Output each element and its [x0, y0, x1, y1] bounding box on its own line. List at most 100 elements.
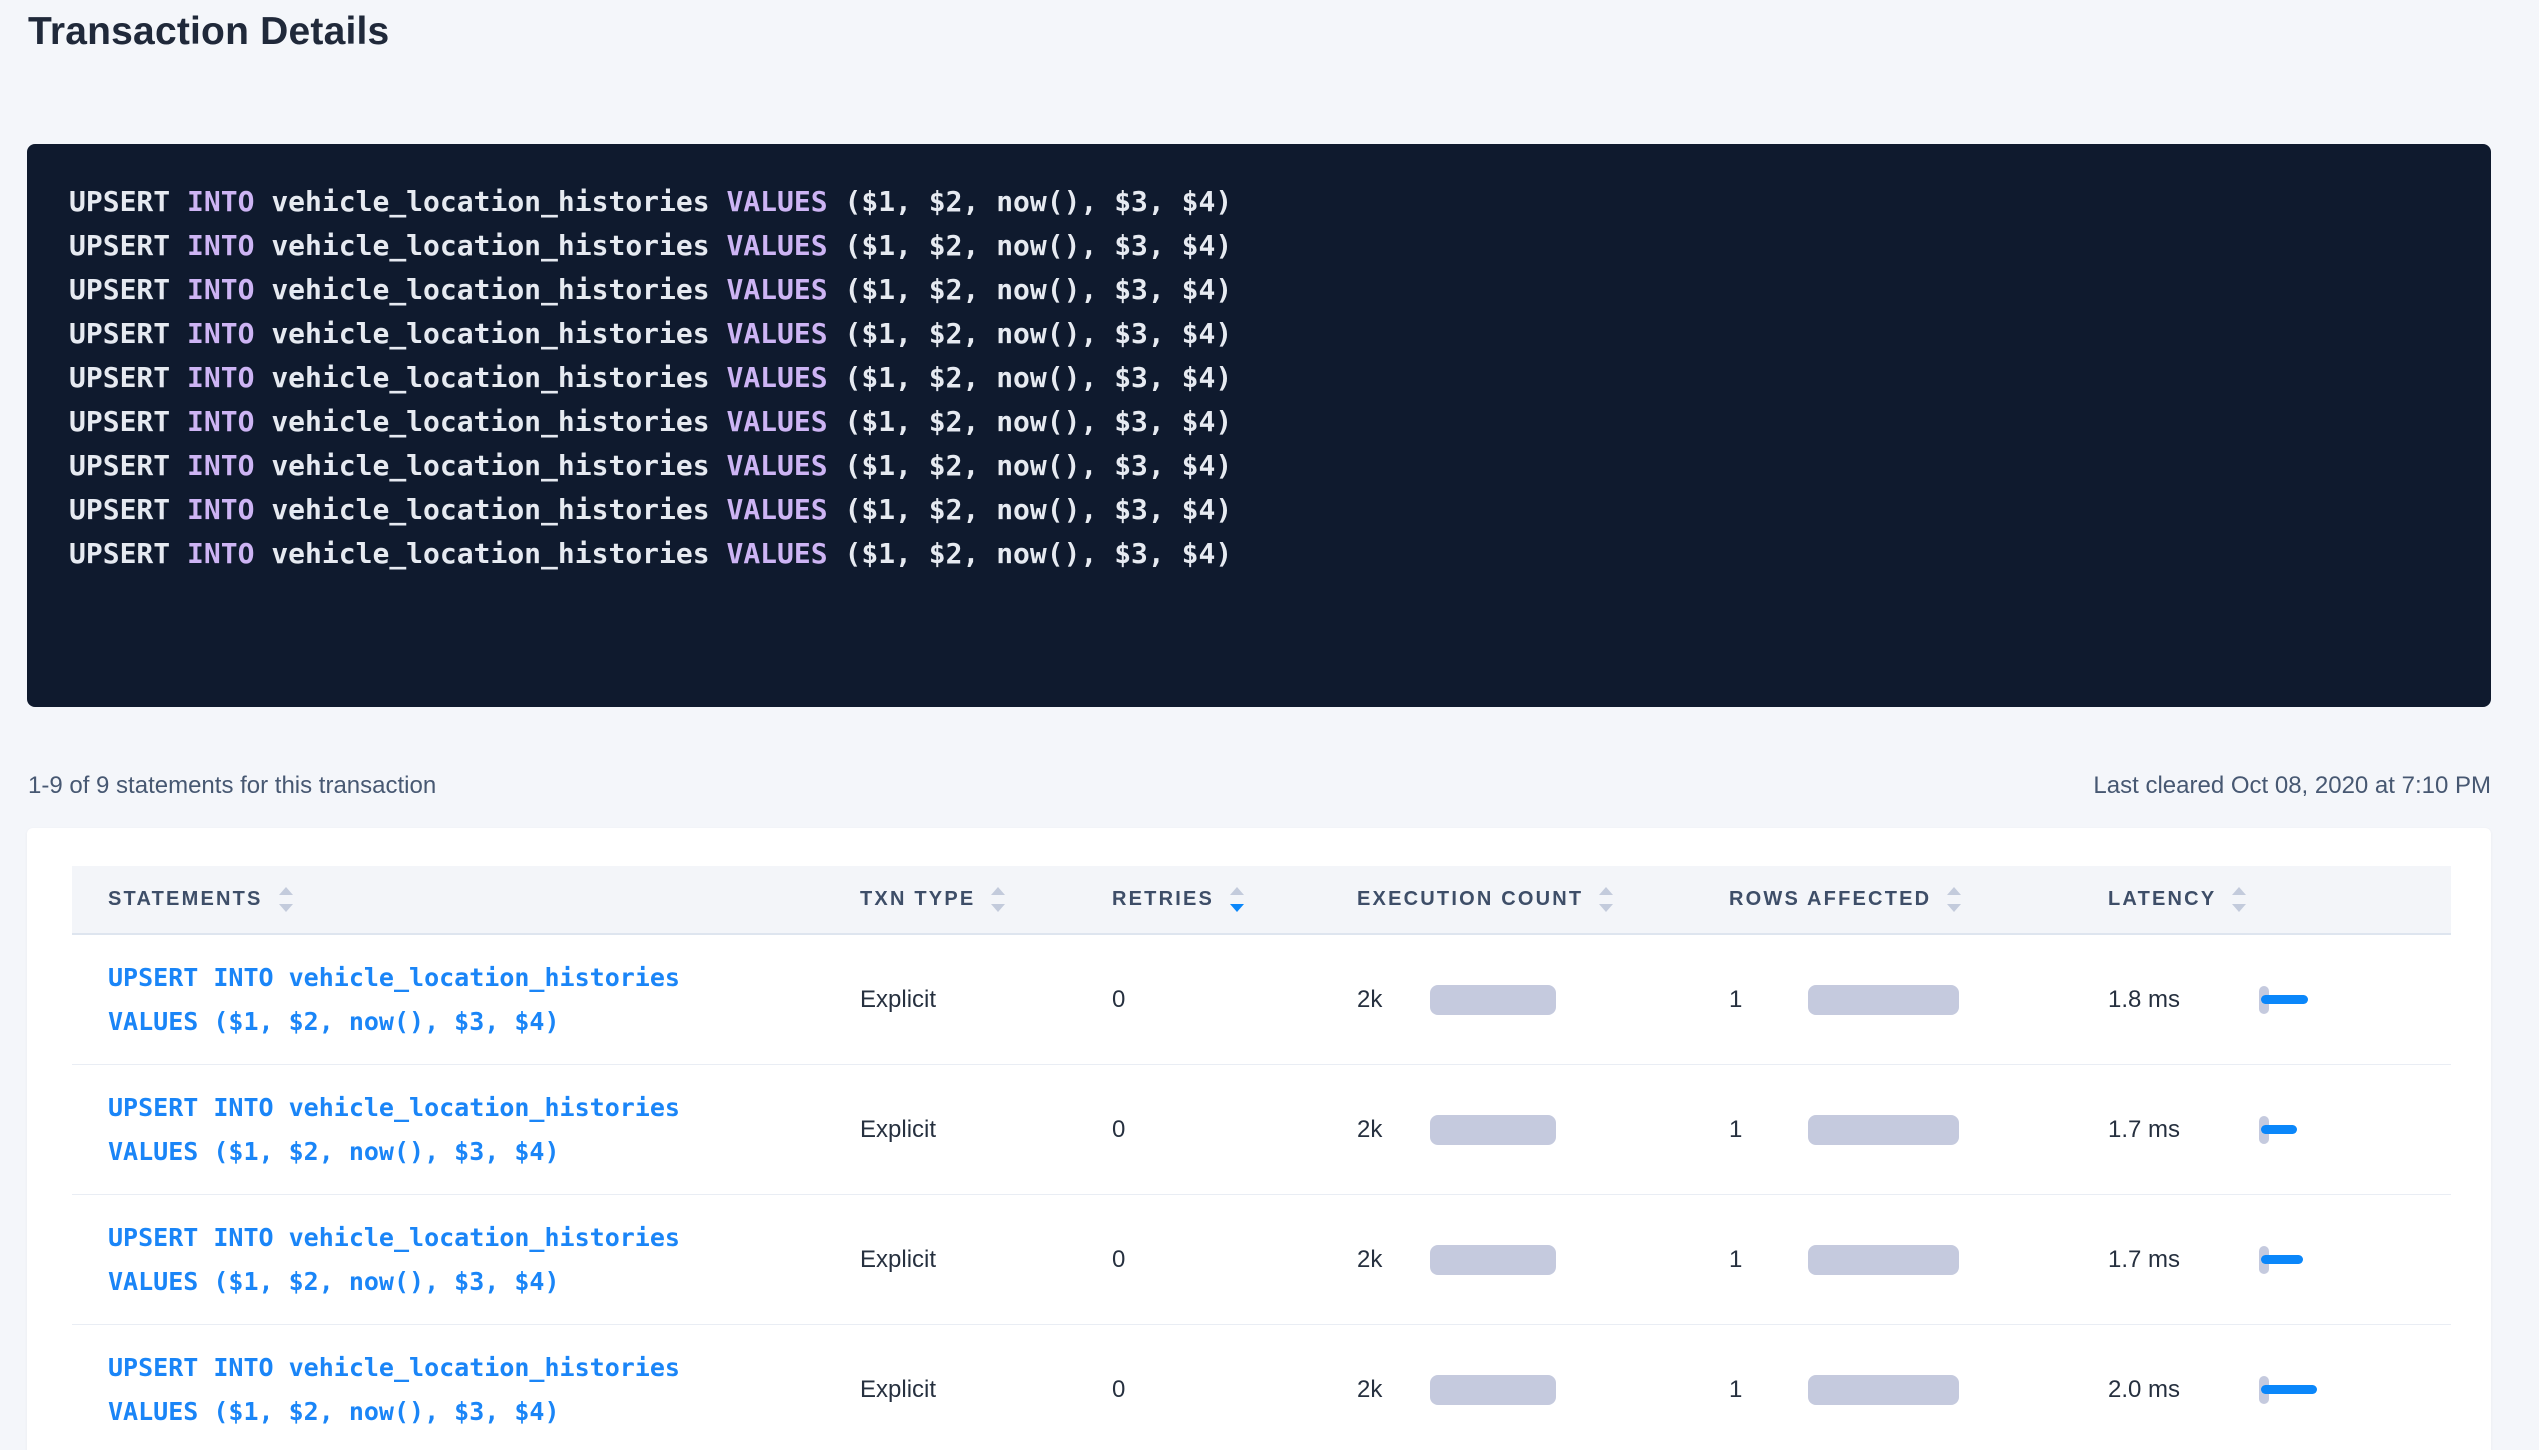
sql-statement-line: UPSERT INTO vehicle_location_histories V… — [69, 180, 2491, 224]
column-label: ROWS AFFECTED — [1729, 888, 1931, 911]
sql-token: UPSERT — [69, 229, 187, 262]
sql-keyword-into: INTO — [187, 185, 271, 218]
sort-icon[interactable] — [1599, 887, 1613, 912]
latency-cell: 1.7 ms — [2108, 1115, 2451, 1145]
sql-token: UPSERT — [69, 449, 187, 482]
sql-keyword-values: VALUES — [726, 273, 844, 306]
sql-statement-line: UPSERT INTO vehicle_location_histories V… — [69, 312, 2491, 356]
retries-cell: 0 — [1112, 1376, 1357, 1404]
sql-statement-line: UPSERT INTO vehicle_location_histories V… — [69, 400, 2491, 444]
sql-token: UPSERT — [69, 493, 187, 526]
latency-cell: 2.0 ms — [2108, 1375, 2451, 1405]
statement-cell: UPSERT INTO vehicle_location_histories V… — [72, 1346, 860, 1434]
sql-token: UPSERT — [69, 405, 187, 438]
sql-table-name: vehicle_location_histories — [271, 229, 726, 262]
txn-type-cell: Explicit — [860, 986, 1112, 1014]
sql-args: ($1, $2, now(), $3, $4) — [844, 317, 1232, 350]
sql-token: UPSERT — [69, 537, 187, 570]
execution-count-bar — [1430, 1245, 1556, 1275]
execution-count-cell: 2k — [1357, 985, 1729, 1015]
sql-keyword-into: INTO — [187, 537, 271, 570]
statement-link[interactable]: UPSERT INTO vehicle_location_histories V… — [108, 956, 860, 1044]
execution-count-bar — [1430, 1115, 1556, 1145]
execution-count-value: 2k — [1357, 1246, 1430, 1274]
sql-keyword-into: INTO — [187, 229, 271, 262]
latency-bar-chart — [2259, 1245, 2379, 1275]
sql-statement-line: UPSERT INTO vehicle_location_histories V… — [69, 488, 2491, 532]
latency-value: 2.0 ms — [2108, 1376, 2259, 1404]
column-header-rows-affected[interactable]: ROWS AFFECTED — [1729, 887, 2108, 912]
execution-count-cell: 2k — [1357, 1115, 1729, 1145]
sql-args: ($1, $2, now(), $3, $4) — [844, 449, 1232, 482]
column-header-txn-type[interactable]: TXN TYPE — [860, 887, 1112, 912]
sql-keyword-into: INTO — [187, 361, 271, 394]
latency-bar — [2261, 1125, 2297, 1134]
sql-table-name: vehicle_location_histories — [271, 449, 726, 482]
rows-affected-bar — [1808, 1375, 1959, 1405]
sql-keyword-values: VALUES — [726, 405, 844, 438]
execution-count-cell: 2k — [1357, 1245, 1729, 1275]
sql-args: ($1, $2, now(), $3, $4) — [844, 405, 1232, 438]
column-header-retries[interactable]: RETRIES — [1112, 887, 1357, 912]
latency-value: 1.7 ms — [2108, 1116, 2259, 1144]
sort-icon[interactable] — [2232, 887, 2246, 912]
latency-bar-chart — [2259, 1115, 2379, 1145]
sql-keyword-values: VALUES — [726, 185, 844, 218]
statement-line-2: VALUES ($1, $2, now(), $3, $4) — [108, 1260, 860, 1304]
sql-statement-line: UPSERT INTO vehicle_location_histories V… — [69, 224, 2491, 268]
column-label: RETRIES — [1112, 888, 1214, 911]
statement-line-2: VALUES ($1, $2, now(), $3, $4) — [108, 1000, 860, 1044]
execution-count-cell: 2k — [1357, 1375, 1729, 1405]
sort-icon[interactable] — [1230, 887, 1244, 912]
sql-keyword-into: INTO — [187, 317, 271, 350]
rows-affected-value: 1 — [1729, 1246, 1808, 1274]
statement-link[interactable]: UPSERT INTO vehicle_location_histories V… — [108, 1216, 860, 1304]
sort-icon[interactable] — [991, 887, 1005, 912]
statement-link[interactable]: UPSERT INTO vehicle_location_histories V… — [108, 1346, 860, 1434]
column-label: LATENCY — [2108, 888, 2216, 911]
execution-count-value: 2k — [1357, 986, 1430, 1014]
statement-line-2: VALUES ($1, $2, now(), $3, $4) — [108, 1130, 860, 1174]
txn-type-cell: Explicit — [860, 1116, 1112, 1144]
statement-line-1: UPSERT INTO vehicle_location_histories — [108, 956, 860, 1000]
sql-statement-line: UPSERT INTO vehicle_location_histories V… — [69, 444, 2491, 488]
txn-type-cell: Explicit — [860, 1246, 1112, 1274]
sql-keyword-values: VALUES — [726, 361, 844, 394]
sql-table-name: vehicle_location_histories — [271, 185, 726, 218]
sql-token: UPSERT — [69, 185, 187, 218]
sql-table-name: vehicle_location_histories — [271, 493, 726, 526]
sql-keyword-values: VALUES — [726, 449, 844, 482]
sql-statement-line: UPSERT INTO vehicle_location_histories V… — [69, 532, 2491, 576]
column-label: EXECUTION COUNT — [1357, 888, 1583, 911]
sql-keyword-into: INTO — [187, 405, 271, 438]
latency-value: 1.8 ms — [2108, 986, 2259, 1014]
table-header: STATEMENTS TXN TYPE RETRIES EXECUTION CO… — [72, 866, 2451, 935]
statement-link[interactable]: UPSERT INTO vehicle_location_histories V… — [108, 1086, 860, 1174]
column-label: TXN TYPE — [860, 888, 975, 911]
rows-affected-bar — [1808, 1245, 1959, 1275]
column-header-latency[interactable]: LATENCY — [2108, 887, 2451, 912]
sql-table-name: vehicle_location_histories — [271, 273, 726, 306]
last-cleared-timestamp: Last cleared Oct 08, 2020 at 7:10 PM — [2093, 772, 2491, 800]
sql-keyword-values: VALUES — [726, 229, 844, 262]
sql-args: ($1, $2, now(), $3, $4) — [844, 361, 1232, 394]
sql-token: UPSERT — [69, 317, 187, 350]
column-header-statements[interactable]: STATEMENTS — [72, 887, 860, 912]
statement-cell: UPSERT INTO vehicle_location_histories V… — [72, 956, 860, 1044]
latency-bar — [2261, 1385, 2317, 1394]
sql-keyword-values: VALUES — [726, 537, 844, 570]
statement-cell: UPSERT INTO vehicle_location_histories V… — [72, 1216, 860, 1304]
rows-affected-value: 1 — [1729, 986, 1808, 1014]
statements-table: STATEMENTS TXN TYPE RETRIES EXECUTION CO… — [72, 866, 2451, 1450]
table-row: UPSERT INTO vehicle_location_histories V… — [72, 1065, 2451, 1195]
latency-bar — [2261, 1255, 2303, 1264]
column-header-execution-count[interactable]: EXECUTION COUNT — [1357, 887, 1729, 912]
table-row: UPSERT INTO vehicle_location_histories V… — [72, 935, 2451, 1065]
sql-table-name: vehicle_location_histories — [271, 361, 726, 394]
retries-cell: 0 — [1112, 986, 1357, 1014]
sort-icon[interactable] — [279, 887, 293, 912]
sql-table-name: vehicle_location_histories — [271, 537, 726, 570]
sql-args: ($1, $2, now(), $3, $4) — [844, 537, 1232, 570]
rows-affected-bar — [1808, 1115, 1959, 1145]
sort-icon[interactable] — [1947, 887, 1961, 912]
